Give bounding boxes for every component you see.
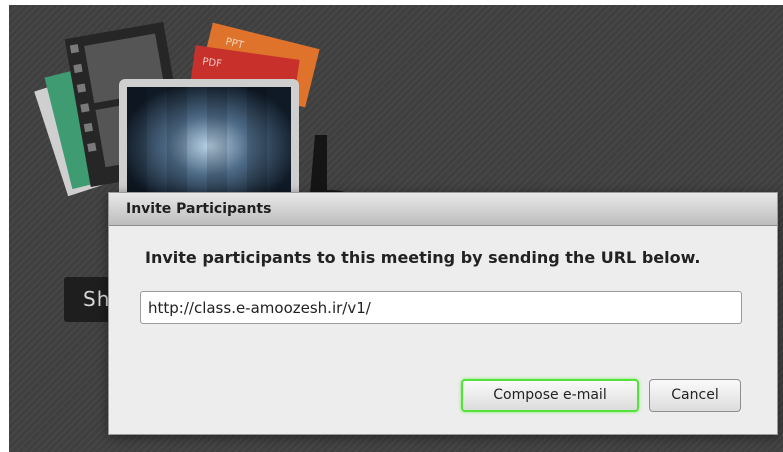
cancel-button[interactable]: Cancel xyxy=(649,379,741,412)
dialog-message: Invite participants to this meeting by s… xyxy=(145,248,701,267)
dialog-title: Invite Participants xyxy=(109,193,777,226)
invite-participants-dialog: Invite Participants Invite participants … xyxy=(108,192,778,435)
meeting-url-field[interactable] xyxy=(140,291,742,324)
compose-email-button[interactable]: Compose e-mail xyxy=(461,379,639,412)
share-content-illustration: PPT PDF xyxy=(34,21,352,205)
